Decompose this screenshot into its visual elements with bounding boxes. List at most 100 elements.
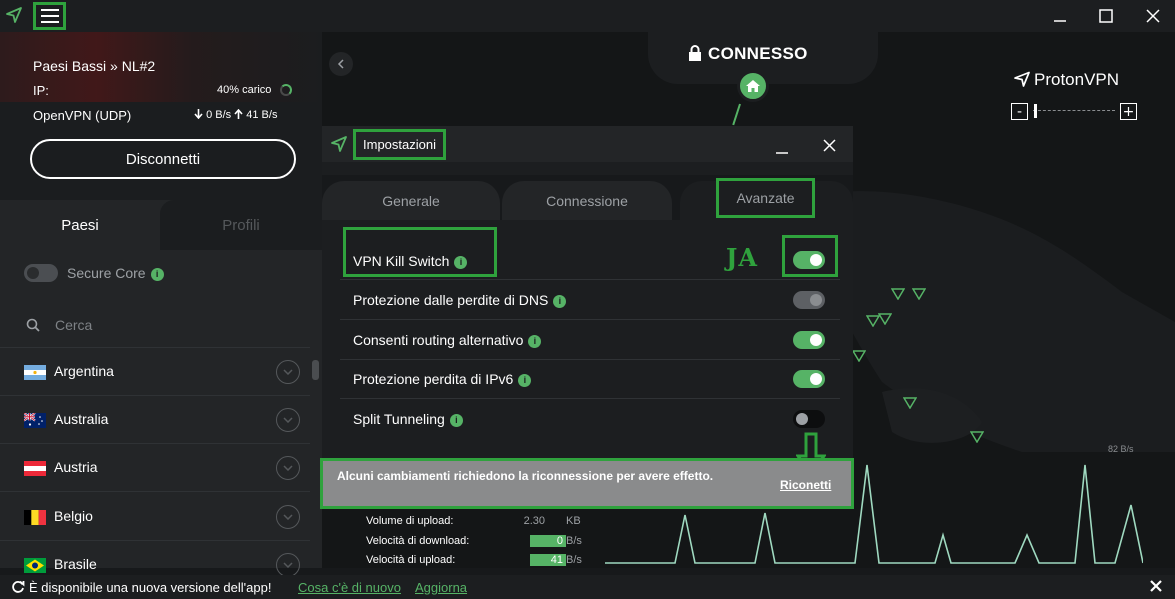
setting-row-ipv6-leak: Protezione perdita di IPv6 i (340, 359, 840, 399)
server-node-icon[interactable] (891, 288, 905, 300)
minimize-window-button[interactable] (1045, 4, 1075, 28)
home-icon (746, 80, 760, 92)
dialog-minimize-button[interactable] (773, 136, 791, 154)
close-window-button[interactable] (1138, 4, 1168, 28)
disconnect-button[interactable]: Disconnetti (30, 139, 296, 179)
update-link[interactable]: Aggiorna (415, 580, 467, 595)
info-icon[interactable]: i (528, 334, 542, 348)
connection-status: CONNESSO (688, 44, 808, 64)
server-node-icon[interactable] (912, 288, 926, 300)
info-icon[interactable]: i (553, 294, 567, 308)
dns-leak-toggle[interactable] (793, 291, 825, 309)
alt-routing-toggle[interactable] (793, 331, 825, 349)
graph-max-label: 82 B/s (1108, 444, 1134, 454)
country-row-australia[interactable]: Australia (0, 396, 310, 444)
annotation-ja: JA (726, 243, 758, 272)
flag-argentina-icon (24, 365, 46, 380)
server-node-icon[interactable] (852, 350, 866, 362)
tab-paesi[interactable]: Paesi (0, 200, 160, 250)
protonvpn-logo-icon (1014, 71, 1030, 87)
dismiss-update-button[interactable] (1149, 579, 1163, 593)
home-server-button[interactable] (737, 70, 769, 102)
expand-button[interactable] (276, 553, 300, 575)
country-name: Argentina (54, 363, 114, 379)
whats-new-link[interactable]: Cosa c'è di nuovo (298, 580, 401, 595)
country-row-austria[interactable]: Austria (0, 444, 310, 492)
search-input[interactable]: Cerca (55, 317, 92, 333)
zoom-in-button[interactable]: + (1120, 103, 1137, 120)
server-load: 40% carico (217, 84, 272, 96)
reconnect-banner: Alcuni cambiamenti richiedono la riconne… (320, 458, 854, 509)
tab-connessione[interactable]: Connessione (502, 181, 672, 220)
info-icon[interactable]: i (150, 267, 164, 281)
country-row-brasile[interactable]: Brasile (0, 541, 310, 575)
kill-switch-toggle-highlight (782, 235, 838, 277)
stat-upload-speed: Velocità di upload: 41 B/s (366, 554, 582, 566)
refresh-icon (12, 580, 25, 593)
zoom-slider-thumb[interactable] (1034, 104, 1037, 118)
sidebar-scrollbar[interactable] (312, 360, 319, 380)
search-icon (26, 318, 40, 332)
expand-button[interactable] (276, 456, 300, 480)
country-row-argentina[interactable]: Argentina (0, 348, 310, 396)
collapse-sidebar-button[interactable] (329, 52, 353, 76)
arrow-down-icon (194, 109, 203, 120)
transfer-speed: 0 B/s 41 B/s (194, 108, 278, 121)
country-name: Brasile (54, 556, 97, 572)
server-node-icon[interactable] (903, 397, 917, 409)
secure-core-toggle[interactable] (24, 264, 58, 282)
zoom-out-button[interactable]: - (1011, 103, 1028, 120)
arrow-up-icon (234, 108, 243, 119)
ip-label: IP: (33, 83, 49, 98)
chevron-left-icon (337, 59, 344, 69)
dialog-close-button[interactable] (820, 136, 838, 154)
country-name: Austria (54, 459, 98, 475)
minimize-icon (776, 152, 788, 154)
reconnect-banner-text: Alcuni cambiamenti richiedono la riconne… (337, 469, 714, 483)
setting-row-split-tunneling: Split Tunneling i (340, 399, 840, 439)
server-name: Paesi Bassi » NL#2 (33, 58, 156, 74)
flag-austria-icon (24, 461, 46, 476)
tab-generale[interactable]: Generale (322, 181, 500, 220)
flag-brazil-icon (24, 558, 46, 573)
reconnect-link[interactable]: Riconetti (780, 478, 831, 492)
expand-button[interactable] (276, 505, 300, 529)
expand-button[interactable] (276, 408, 300, 432)
maximize-window-button[interactable] (1091, 4, 1121, 28)
setting-row-alt-routing: Consenti routing alternativo i (340, 320, 840, 360)
brand-label: ProtonVPN (1013, 70, 1119, 90)
stat-upload-volume: Volume di upload: 2.30 KB (366, 515, 581, 527)
chevron-down-icon (283, 514, 293, 520)
server-node-icon[interactable] (970, 431, 984, 443)
info-icon[interactable]: i (454, 255, 468, 269)
country-name: Belgio (54, 508, 93, 524)
minimize-icon (1054, 20, 1066, 22)
hamburger-icon (40, 9, 59, 11)
close-icon (1146, 9, 1160, 23)
expand-button[interactable] (276, 360, 300, 384)
close-icon (1150, 580, 1162, 592)
chevron-down-icon (283, 465, 293, 471)
stat-download-speed: Velocità di download: 0 B/s (366, 535, 582, 547)
menu-button[interactable] (33, 2, 66, 30)
tab-profili[interactable]: Profili (160, 200, 322, 250)
country-row-belgio[interactable]: Belgio (0, 493, 310, 541)
server-node-icon[interactable] (878, 313, 892, 325)
zoom-slider[interactable] (1033, 110, 1115, 112)
load-ring-icon (280, 84, 292, 96)
protonvpn-logo-icon (6, 7, 22, 23)
download-speed: 0 B/s (206, 109, 232, 121)
ipv6-leak-toggle[interactable] (793, 370, 825, 388)
lock-icon (689, 45, 701, 61)
chevron-down-icon (283, 417, 293, 423)
tab-avanzate[interactable]: Avanzate (716, 178, 815, 218)
info-icon[interactable]: i (518, 373, 532, 387)
split-tunneling-toggle[interactable] (793, 410, 825, 428)
kill-switch-label: VPN Kill Switch i (353, 253, 468, 269)
flag-belgium-icon (24, 510, 46, 525)
info-icon[interactable]: i (449, 413, 463, 427)
setting-row-dns-leak: Protezione dalle perdite di DNS i (340, 280, 840, 320)
secure-core-label: Secure Core i (67, 265, 164, 281)
upload-speed: 41 B/s (246, 109, 278, 121)
protonvpn-logo-icon (331, 136, 347, 152)
